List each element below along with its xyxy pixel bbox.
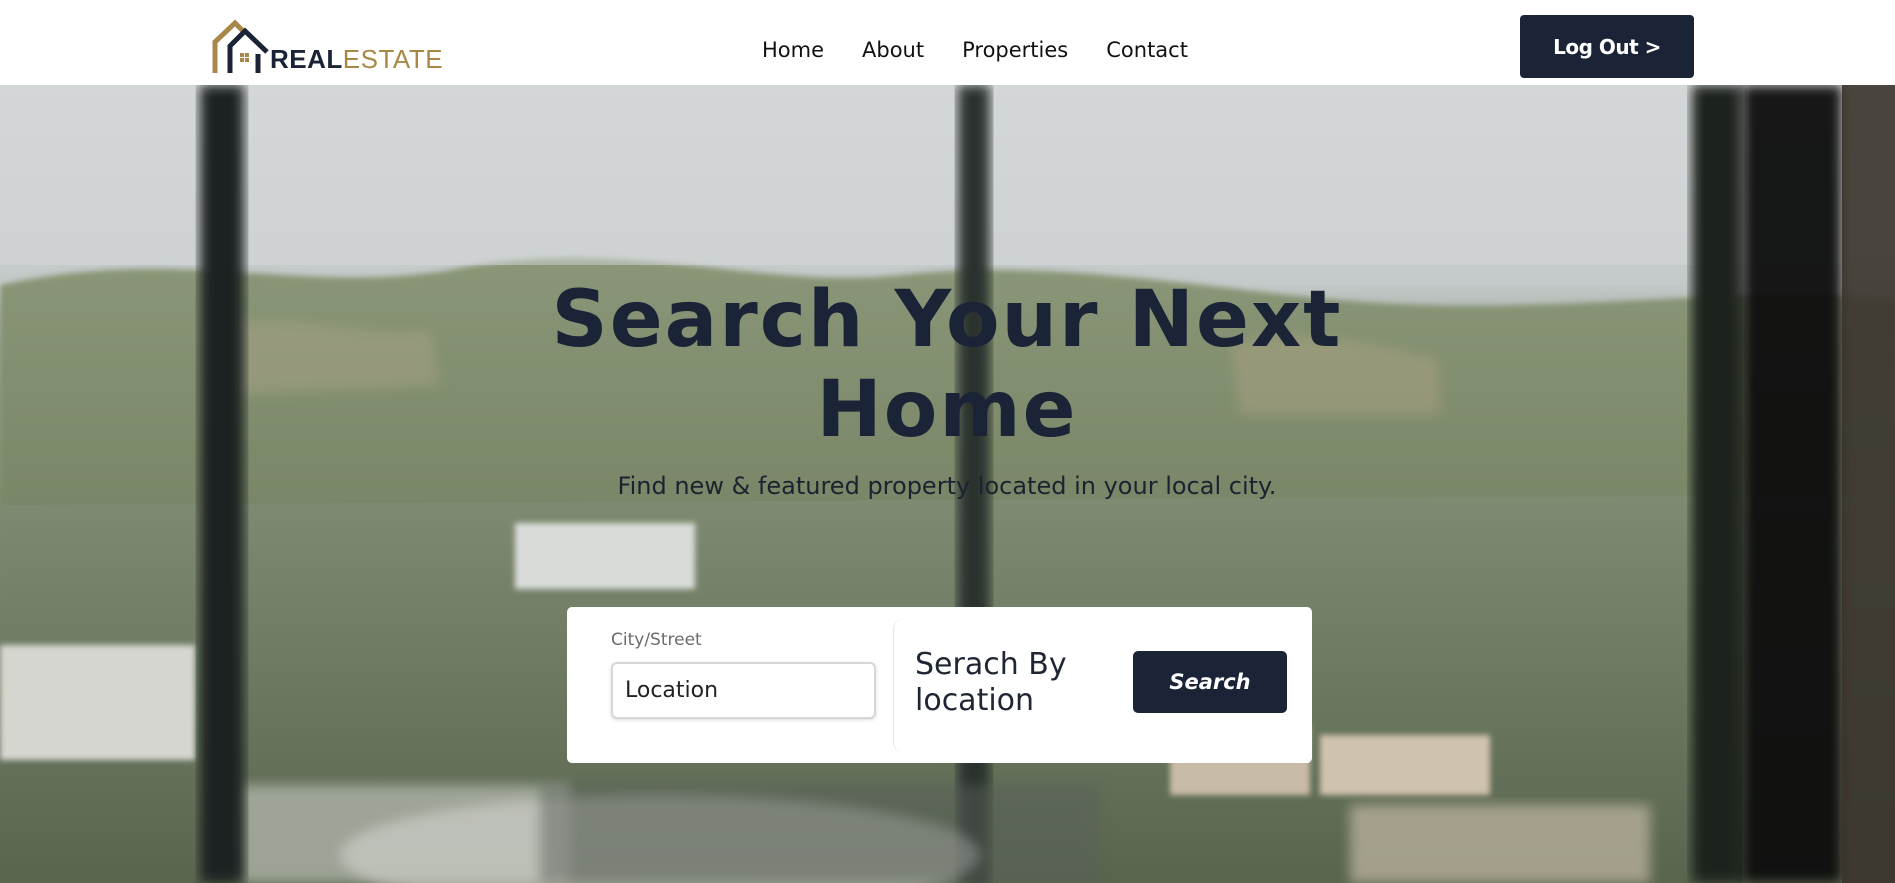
logo-wordmark: REALESTATE (270, 45, 443, 73)
hero-title: Search Your Next Home (447, 275, 1447, 455)
search-card: City/Street Serach By location Search (567, 607, 1312, 763)
site-header: REALESTATE Home About Properties Contact… (0, 0, 1895, 85)
logo-text-estate: ESTATE (342, 44, 444, 74)
search-hint: Serach By location (915, 647, 1067, 718)
house-logo-icon (212, 19, 269, 73)
city-street-label: City/Street (611, 630, 702, 650)
nav-contact[interactable]: Contact (1106, 34, 1188, 66)
hero-subtitle: Find new & featured property located in … (617, 472, 1277, 500)
search-button[interactable]: Search (1133, 651, 1287, 713)
nav-properties[interactable]: Properties (962, 34, 1068, 66)
site-logo[interactable]: REALESTATE (212, 18, 443, 74)
hero-title-line1: Search Your Next (551, 275, 1343, 365)
logo-text-real: REAL (270, 44, 343, 74)
search-divider (893, 619, 907, 752)
nav-about[interactable]: About (862, 34, 924, 66)
hero-title-line2: Home (816, 365, 1078, 455)
nav-home[interactable]: Home (762, 34, 824, 66)
logout-button[interactable]: Log Out > (1520, 15, 1694, 78)
location-input[interactable] (611, 662, 876, 719)
hero-section: Search Your Next Home Find new & feature… (0, 85, 1895, 883)
main-nav: Home About Properties Contact (762, 34, 1188, 66)
